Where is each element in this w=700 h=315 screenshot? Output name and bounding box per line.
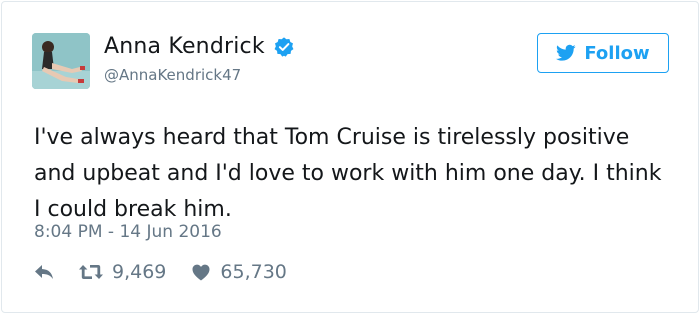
- twitter-bird-icon: [556, 44, 577, 61]
- tweet-actions: 9,469 65,730: [34, 261, 287, 283]
- reply-icon: [35, 265, 53, 279]
- user-name[interactable]: Anna Kendrick: [104, 34, 265, 59]
- reply-button[interactable]: [34, 264, 54, 280]
- retweet-button[interactable]: 9,469: [78, 261, 166, 283]
- avatar-photo-icon: [32, 33, 90, 89]
- user-handle[interactable]: @AnnaKendrick47: [104, 66, 241, 84]
- retweet-count: 9,469: [112, 261, 167, 283]
- tweet-timestamp[interactable]: 8:04 PM - 14 Jun 2016: [34, 222, 222, 242]
- avatar[interactable]: [32, 33, 90, 89]
- verified-badge-icon: [274, 36, 294, 57]
- tweet-card: Anna Kendrick @AnnaKendrick47 Follow I'v…: [1, 1, 699, 313]
- follow-button-label: Follow: [584, 42, 650, 64]
- user-name-row: Anna Kendrick: [104, 34, 295, 59]
- retweet-icon: [79, 265, 103, 279]
- like-count: 65,730: [220, 261, 287, 283]
- heart-icon: [192, 264, 210, 280]
- tweet-text: I've always heard that Tom Cruise is tir…: [34, 125, 662, 222]
- like-button[interactable]: 65,730: [192, 261, 287, 283]
- follow-button[interactable]: Follow: [537, 33, 669, 73]
